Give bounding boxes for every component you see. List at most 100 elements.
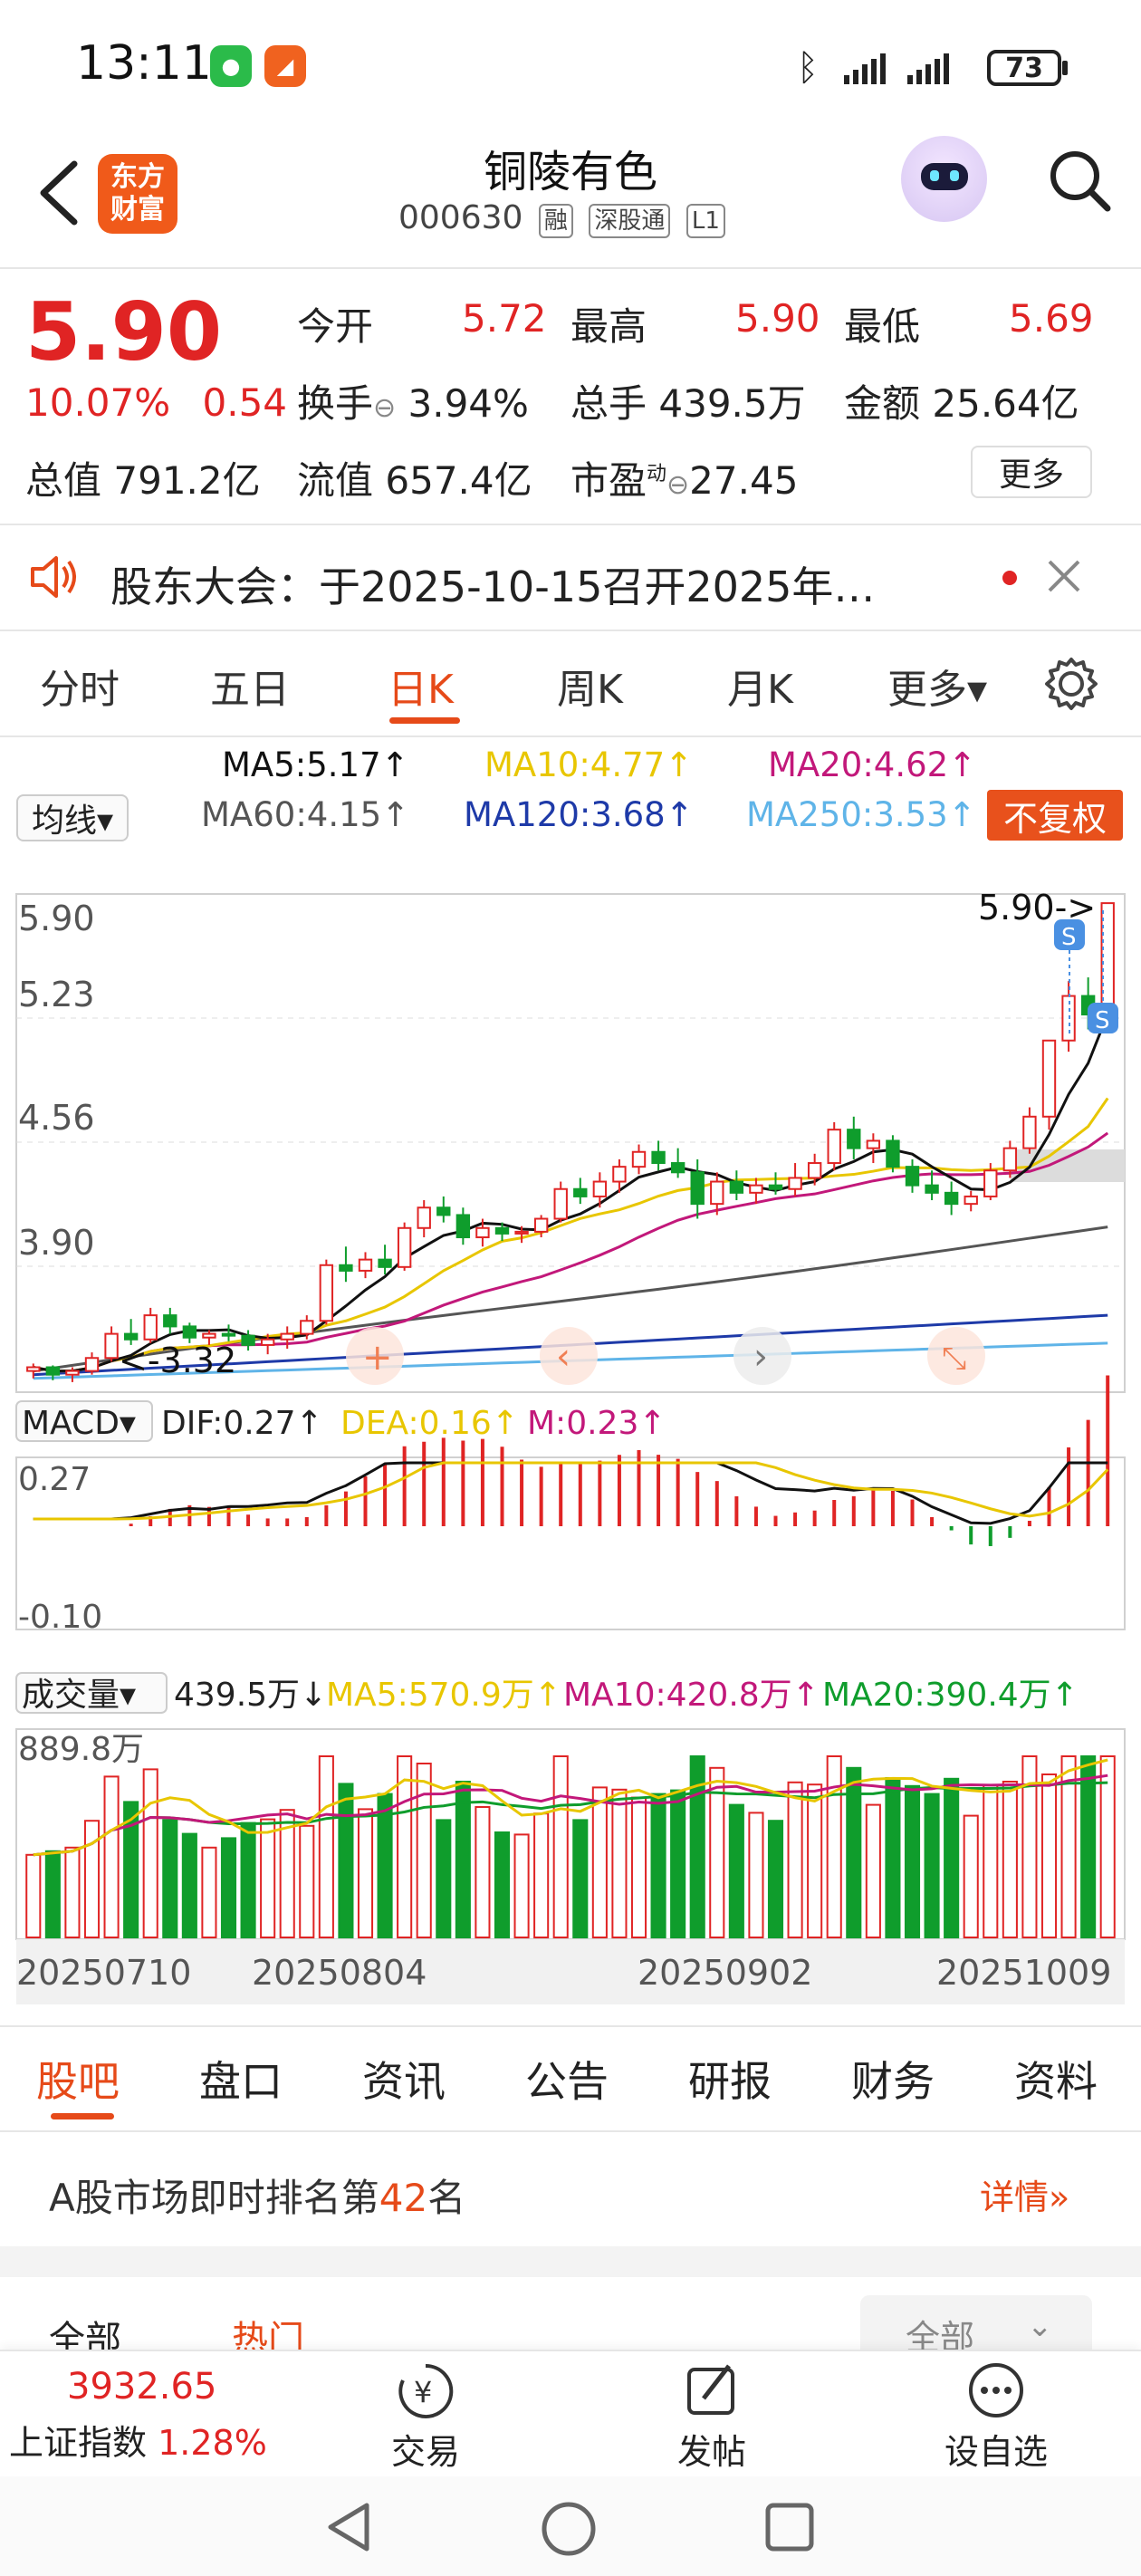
unread-dot xyxy=(1002,571,1017,585)
filter-row: 全部 热门 全部 ⌄ xyxy=(0,2277,1141,2360)
macd-y-tick: 0.27 xyxy=(18,1461,91,1498)
vol-ma10-label: MA10:420.8万↑ xyxy=(563,1677,820,1714)
tab-monthly-k[interactable]: 月K xyxy=(727,657,793,715)
change-amount: 0.54 xyxy=(202,380,288,425)
volume-bar xyxy=(25,1853,42,1939)
tab-intraday[interactable]: 分时 xyxy=(40,657,120,715)
y-tick: 5.23 xyxy=(18,975,95,1014)
candle-body xyxy=(45,1366,61,1376)
candle-body xyxy=(182,1325,197,1339)
candle-body xyxy=(280,1332,294,1341)
candle-body xyxy=(553,1187,568,1220)
tab-news[interactable]: 资讯 xyxy=(362,2049,446,2109)
index-line[interactable]: 上证指数 1.28% xyxy=(9,2415,267,2465)
candle-body xyxy=(494,1226,510,1235)
settings-gear-icon[interactable] xyxy=(1041,654,1101,714)
speaker-icon xyxy=(31,556,76,598)
nav-back-icon[interactable] xyxy=(321,2500,376,2554)
volume-bar xyxy=(64,1846,81,1939)
volume-bar xyxy=(103,1775,120,1939)
tab-finance[interactable]: 财务 xyxy=(851,2049,935,2109)
volume-bar xyxy=(611,1788,628,1938)
candle-body xyxy=(533,1217,549,1233)
volume-bar xyxy=(807,1783,823,1939)
volume-bar xyxy=(162,1819,178,1939)
ai-assistant-icon[interactable] xyxy=(901,136,987,222)
active-tab-indicator xyxy=(389,717,460,724)
volume-bar xyxy=(142,1768,158,1939)
candle-body xyxy=(300,1320,314,1335)
tab-five-day[interactable]: 五日 xyxy=(210,657,290,715)
volume-bar xyxy=(767,1820,784,1938)
volume-bar xyxy=(1040,1773,1058,1938)
volume-bar xyxy=(181,1832,197,1938)
amount: 金额 25.64亿 xyxy=(844,381,1079,426)
volume-bar xyxy=(299,1824,315,1939)
volume-bar xyxy=(748,1812,764,1939)
candle-body xyxy=(1041,1039,1057,1118)
status-bar: 13:11 ● ◢ ᛒ 73 xyxy=(0,0,1141,136)
tab-announcements[interactable]: 公告 xyxy=(525,2049,609,2109)
index-value[interactable]: 3932.65 xyxy=(67,2366,216,2408)
trade-button[interactable]: ¥ 交易 xyxy=(389,2360,462,2474)
volume-bar xyxy=(44,1850,61,1939)
volume-bar xyxy=(436,1819,452,1939)
rank-row[interactable]: A股市场即时排名第42名 详情» xyxy=(0,2133,1141,2246)
volume-bar xyxy=(787,1781,803,1938)
ma60-label: MA60:4.15↑ xyxy=(201,795,410,834)
level-tag: L1 xyxy=(686,204,725,238)
candle-body xyxy=(163,1314,177,1328)
total-cap: 总值 791.2亿 xyxy=(25,458,261,503)
candle-body xyxy=(729,1180,744,1194)
battery-tip xyxy=(1062,61,1068,75)
candle-body xyxy=(1022,1115,1037,1149)
volume-bar xyxy=(201,1846,217,1939)
close-icon[interactable] xyxy=(1046,558,1082,594)
trade-icon: ¥ xyxy=(398,2363,454,2418)
more-button[interactable]: 更多 xyxy=(971,446,1092,498)
tab-weekly-k[interactable]: 周K xyxy=(557,657,623,715)
volume-bar xyxy=(670,1789,686,1938)
candle-body xyxy=(26,1366,41,1372)
candle-body xyxy=(690,1171,705,1206)
stock-code: 000630 xyxy=(398,199,523,236)
nav-recents-icon[interactable] xyxy=(762,2500,817,2554)
tab-more[interactable]: 更多▾ xyxy=(887,657,987,715)
kline-chart[interactable]: 5.90 5.23 4.56 3.90 5.90-> <-3.32 + ‹ › … xyxy=(14,892,1127,2029)
tab-research[interactable]: 研报 xyxy=(688,2049,772,2109)
ma5-label: MA5:5.17↑ xyxy=(222,745,409,784)
tab-pankou[interactable]: 盘口 xyxy=(199,2049,283,2109)
candle-body xyxy=(573,1187,588,1197)
tab-guba[interactable]: 股吧 xyxy=(36,2049,120,2109)
volume-bar xyxy=(240,1821,256,1938)
volume-bar xyxy=(260,1818,276,1938)
volume-bar xyxy=(650,1793,666,1938)
add-watchlist-button[interactable]: 设自选 xyxy=(942,2360,1050,2474)
change-percent: 10.07% xyxy=(25,380,171,425)
divider xyxy=(0,630,1141,631)
volume-bar xyxy=(357,1808,374,1939)
low-value: 5.69 xyxy=(1009,296,1094,341)
edit-icon xyxy=(687,2364,734,2415)
notice-bar[interactable]: 股东大会：于2025-10-15召开2025年… xyxy=(0,525,1141,630)
ma20-label: MA20:4.62↑ xyxy=(768,745,977,784)
candle-body xyxy=(749,1184,763,1194)
tab-profile[interactable]: 资料 xyxy=(1014,2049,1098,2109)
post-button[interactable]: 发帖 xyxy=(676,2360,748,2474)
high-value: 5.90 xyxy=(735,296,820,341)
search-icon[interactable] xyxy=(1046,147,1113,214)
adjust-toggle-button[interactable]: 不复权 xyxy=(987,790,1123,841)
volume-bar xyxy=(475,1806,491,1938)
volume-bar xyxy=(552,1755,569,1938)
tab-daily-k[interactable]: 日K xyxy=(388,657,454,715)
turnover: 换手⊖ 3.94% xyxy=(297,381,529,426)
volume-bar xyxy=(220,1837,237,1939)
nav-home-icon[interactable] xyxy=(540,2500,598,2558)
low-label: 最低 xyxy=(844,304,921,349)
system-nav-bar xyxy=(0,2476,1141,2576)
indicator-selector[interactable]: 均线▾ xyxy=(16,794,129,841)
notice-text: 股东大会：于2025-10-15召开2025年… xyxy=(110,562,876,611)
price-panel-frame xyxy=(15,893,1126,1393)
candle-body xyxy=(417,1206,431,1229)
rank-detail-link[interactable]: 详情» xyxy=(980,2169,1069,2219)
